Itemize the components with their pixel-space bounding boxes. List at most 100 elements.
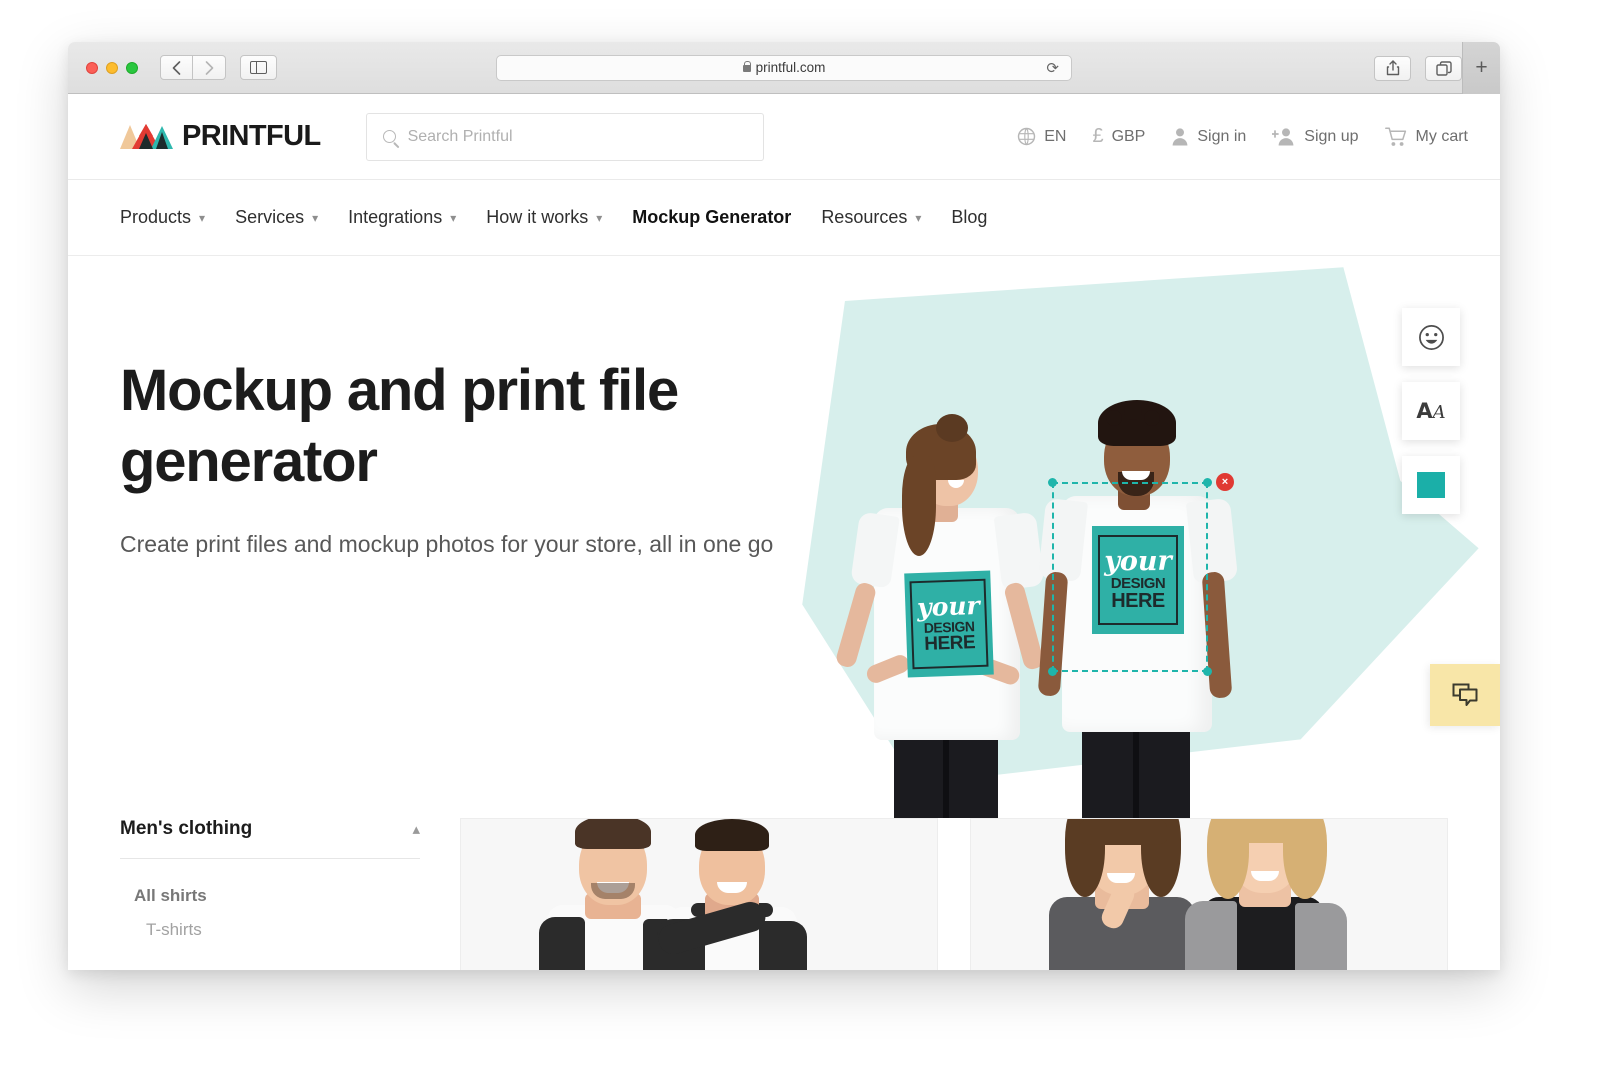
chevron-down-icon: ▾ — [312, 210, 319, 225]
category-item-label: All shirts — [134, 886, 207, 905]
page-content: PRINTFUL Search Printful EN £ GBP Sign i… — [68, 94, 1500, 970]
nav-item-resources[interactable]: Resources ▾ — [821, 207, 921, 228]
sign-up-label: Sign up — [1304, 127, 1359, 145]
product-card-mens-raglan[interactable] — [460, 818, 938, 970]
color-tool-button[interactable] — [1402, 456, 1460, 514]
text-tool-button[interactable]: AA — [1402, 382, 1460, 440]
cart-link[interactable]: My cart — [1384, 126, 1468, 147]
reload-icon[interactable]: ⟳ — [1046, 59, 1059, 77]
color-swatch-icon — [1417, 472, 1445, 498]
nav-label: Resources — [821, 207, 908, 227]
nav-label: Products — [120, 207, 192, 227]
lock-icon — [742, 61, 751, 72]
new-tab-label: + — [1475, 56, 1488, 79]
person-add-icon — [1272, 127, 1296, 146]
browser-right-controls: + — [1360, 42, 1500, 94]
nav-label: How it works — [486, 207, 589, 227]
chevron-down-icon: ▾ — [915, 210, 922, 225]
show-tabs-button[interactable] — [1425, 55, 1462, 81]
catalog-section: Men's clothing ▴ All shirts T-shirts — [68, 818, 1500, 970]
chat-widget-button[interactable] — [1430, 664, 1500, 726]
resize-handle-top-left[interactable] — [1048, 478, 1057, 487]
resize-handle-top-right[interactable] — [1203, 478, 1212, 487]
chevron-down-icon: ▾ — [450, 210, 457, 225]
sign-in-link[interactable]: Sign in — [1171, 127, 1246, 146]
nav-item-services[interactable]: Services ▾ — [235, 207, 318, 228]
artwork-frame — [909, 579, 989, 669]
page-subtitle: Create print files and mockup photos for… — [120, 530, 774, 557]
brand-name: PRINTFUL — [182, 120, 321, 152]
emoji-tool-button[interactable] — [1402, 308, 1460, 366]
product-card-womens-tee[interactable] — [970, 818, 1448, 970]
currency-selector[interactable]: £ GBP — [1092, 125, 1145, 148]
language-label: EN — [1044, 127, 1067, 145]
main-navigation: Products ▾ Services ▾ Integrations ▾ How… — [68, 180, 1500, 256]
browser-titlebar: printful.com ⟳ + — [68, 42, 1500, 94]
person-icon — [1171, 127, 1189, 146]
smiley-face-icon — [1418, 324, 1444, 350]
category-sidebar: Men's clothing ▴ All shirts T-shirts — [120, 818, 460, 970]
product-card-grid — [460, 818, 1448, 970]
chevron-down-icon: ▾ — [199, 210, 206, 225]
nav-item-products[interactable]: Products ▾ — [120, 207, 205, 228]
show-tabs-icon — [1435, 60, 1452, 76]
nav-item-mockup-generator[interactable]: Mockup Generator — [632, 207, 791, 228]
sign-up-link[interactable]: Sign up — [1272, 127, 1359, 146]
design-selection-box[interactable]: × — [1048, 473, 1234, 676]
text-aa-icon: AA — [1416, 398, 1446, 423]
pound-sterling-icon: £ — [1092, 125, 1104, 147]
currency-label: GBP — [1111, 127, 1146, 145]
forward-button[interactable] — [193, 55, 226, 80]
search-placeholder: Search Printful — [407, 127, 513, 145]
nav-label: Blog — [951, 207, 988, 227]
resize-handle-bottom-left[interactable] — [1048, 667, 1057, 676]
hero-illustration: your DESIGN HERE your DESIGN HERE × AA — [788, 256, 1500, 818]
chat-bubble-icon — [1452, 683, 1478, 706]
new-tab-button[interactable]: + — [1462, 42, 1500, 94]
window-controls[interactable] — [86, 61, 138, 74]
category-item-t-shirts[interactable]: T-shirts — [120, 913, 420, 947]
search-input[interactable]: Search Printful — [365, 112, 764, 161]
nav-label: Integrations — [348, 207, 443, 227]
printful-mountains-icon — [120, 123, 173, 149]
design-artwork-woman: your DESIGN HERE — [904, 570, 994, 678]
shopping-cart-icon — [1384, 126, 1408, 147]
printful-logo[interactable]: PRINTFUL — [120, 120, 321, 153]
site-header: PRINTFUL Search Printful EN £ GBP Sign i… — [68, 94, 1500, 180]
nav-item-how-it-works[interactable]: How it works ▾ — [486, 207, 602, 228]
language-selector[interactable]: EN — [1017, 127, 1066, 146]
search-icon — [382, 130, 396, 143]
hero-section: Mockup and print file generator Create p… — [68, 256, 1500, 818]
share-button[interactable] — [1374, 55, 1411, 81]
nav-item-blog[interactable]: Blog — [951, 207, 987, 228]
category-header[interactable]: Men's clothing ▴ — [120, 818, 420, 859]
browser-navigation-buttons[interactable] — [160, 55, 277, 80]
chevron-up-icon[interactable]: ▴ — [412, 820, 420, 838]
sidebar-toggle-button[interactable] — [240, 55, 277, 80]
address-bar[interactable]: printful.com ⟳ — [496, 54, 1072, 81]
resize-handle-bottom-right[interactable] — [1203, 667, 1212, 676]
chevron-down-icon: ▾ — [596, 210, 603, 225]
hero-copy: Mockup and print file generator Create p… — [120, 356, 780, 561]
nav-item-integrations[interactable]: Integrations ▾ — [348, 207, 456, 228]
sidebar-toggle-icon — [250, 61, 267, 74]
sign-in-label: Sign in — [1197, 127, 1247, 145]
chevron-left-icon — [172, 60, 181, 75]
category-item-label: T-shirts — [146, 920, 202, 939]
delete-design-button[interactable]: × — [1216, 473, 1234, 491]
desktop-backdrop: printful.com ⟳ + PRINTFUL Search Printfu… — [0, 0, 1600, 1075]
page-title: Mockup and print file generator — [120, 358, 679, 494]
category-item-all-shirts[interactable]: All shirts — [120, 879, 420, 913]
url-text: printful.com — [755, 60, 826, 75]
category-title: Men's clothing — [120, 818, 253, 839]
share-icon — [1386, 60, 1399, 76]
category-list: All shirts T-shirts — [120, 859, 420, 947]
minimize-window-button[interactable] — [106, 61, 118, 74]
close-window-button[interactable] — [86, 61, 98, 74]
maximize-window-button[interactable] — [126, 61, 138, 74]
globe-icon — [1017, 127, 1036, 146]
header-actions: EN £ GBP Sign in Sign up My cart — [1017, 125, 1468, 148]
back-button[interactable] — [160, 55, 193, 80]
browser-window: printful.com ⟳ + PRINTFUL Search Printfu… — [68, 42, 1500, 970]
nav-label: Mockup Generator — [632, 207, 792, 227]
